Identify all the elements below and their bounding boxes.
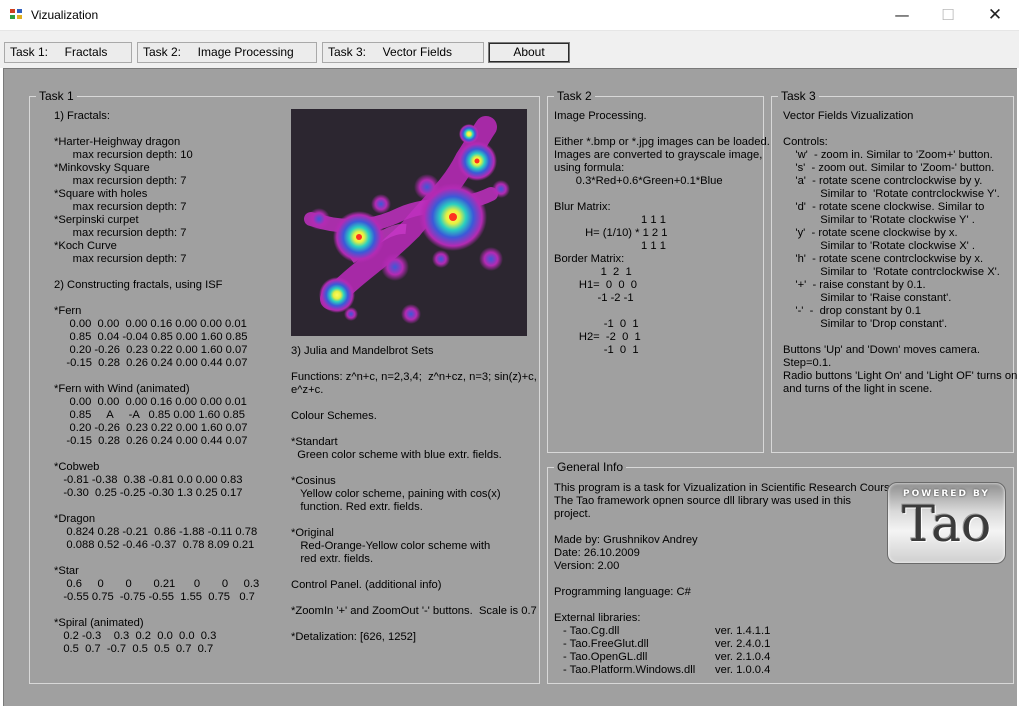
library-name-platform-windows: - Tao.Platform.Windows.dll	[563, 664, 696, 676]
library-version-platform-windows: ver. 1.0.0.4	[715, 664, 771, 676]
about-panel: Task 1 1) Fractals: *Harter-Heighway dra…	[3, 68, 1017, 706]
general-info-description: This program is a task for Vizualization…	[554, 482, 899, 624]
tab-task1-fractals[interactable]: Task 1: Fractals	[4, 42, 132, 63]
julia-fractal-graphic	[304, 116, 510, 324]
tao-logo: POWERED BY Tao	[887, 482, 1006, 564]
general-info-group: General Info This program is a task for …	[547, 460, 1014, 684]
tao-logo-word: Tao	[901, 495, 992, 553]
task2-group-label: Task 2	[554, 89, 595, 103]
library-name-opengl: - Tao.OpenGL.dll	[563, 651, 648, 663]
task3-group-label: Task 3	[778, 89, 819, 103]
task2-group: Task 2 Image Processing. Either *.bmp or…	[547, 89, 770, 453]
maximize-button[interactable]: ☐	[925, 0, 971, 31]
task2-description: Image Processing. Either *.bmp or *.jpg …	[554, 110, 770, 356]
library-version-freeglut: ver. 2.4.0.1	[715, 638, 771, 650]
tab-strip: Task 1: Fractals Task 2: Image Processin…	[0, 31, 1019, 68]
tab-about[interactable]: About	[488, 42, 570, 63]
task3-description: Vector Fields Vizualization Controls: 'w…	[783, 110, 1018, 395]
library-version-opengl: ver. 2.1.0.4	[715, 651, 771, 663]
library-name-freeglut: - Tao.FreeGlut.dll	[563, 638, 649, 650]
library-version-cg: ver. 1.4.1.1	[715, 625, 771, 637]
task1-group-label: Task 1	[36, 89, 77, 103]
julia-set-image	[291, 109, 527, 336]
app-icon	[10, 9, 23, 21]
window-title: Vizualization	[31, 8, 99, 22]
close-button[interactable]: ✕	[972, 0, 1018, 31]
general-info-group-label: General Info	[554, 460, 627, 474]
task3-group: Task 3 Vector Fields Vizualization Contr…	[771, 89, 1018, 453]
julia-description: 3) Julia and Mandelbrot Sets Functions: …	[291, 345, 537, 643]
fractals-description: 1) Fractals: *Harter-Heighway dragon max…	[54, 110, 260, 655]
tab-task2-image-processing[interactable]: Task 2: Image Processing	[137, 42, 317, 63]
task1-group: Task 1 1) Fractals: *Harter-Heighway dra…	[29, 89, 540, 684]
minimize-button[interactable]: —	[879, 0, 925, 31]
title-bar: Vizualization — ☐ ✕	[0, 0, 1019, 31]
tab-task3-vector-fields[interactable]: Task 3: Vector Fields	[322, 42, 484, 63]
library-name-cg: - Tao.Cg.dll	[563, 625, 620, 637]
